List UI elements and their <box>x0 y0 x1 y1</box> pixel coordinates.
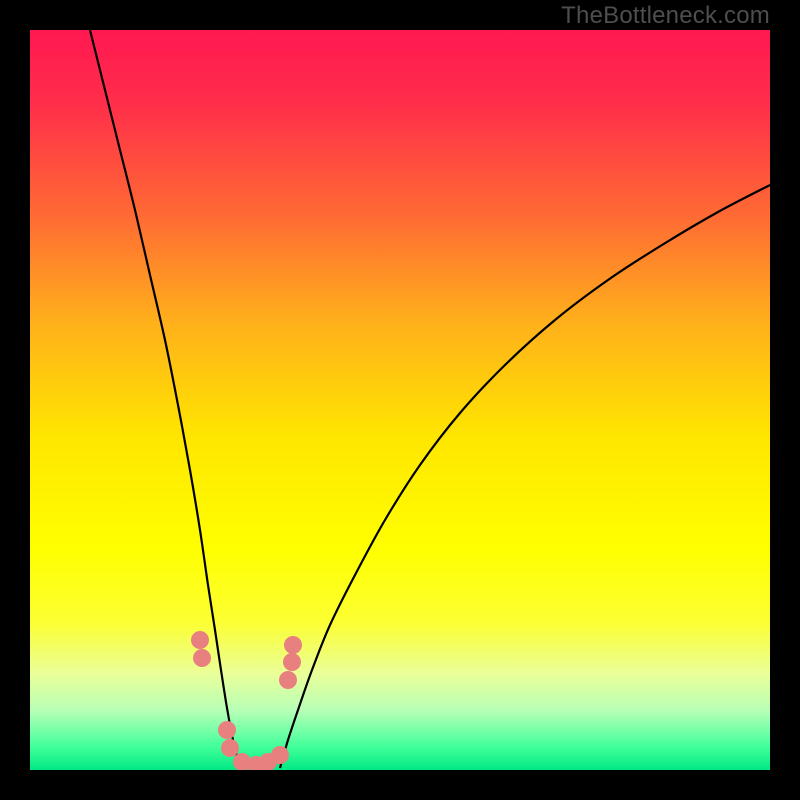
data-point <box>284 636 302 654</box>
plot-area <box>30 30 770 770</box>
data-point <box>221 739 239 757</box>
data-point <box>283 653 301 671</box>
gradient-background <box>30 30 770 770</box>
data-point <box>191 631 209 649</box>
watermark-text: TheBottleneck.com <box>561 2 770 30</box>
chart-svg <box>30 30 770 770</box>
data-point <box>279 671 297 689</box>
data-point <box>271 746 289 764</box>
chart-frame: TheBottleneck.com <box>0 0 800 800</box>
data-point <box>218 721 236 739</box>
data-point <box>193 649 211 667</box>
